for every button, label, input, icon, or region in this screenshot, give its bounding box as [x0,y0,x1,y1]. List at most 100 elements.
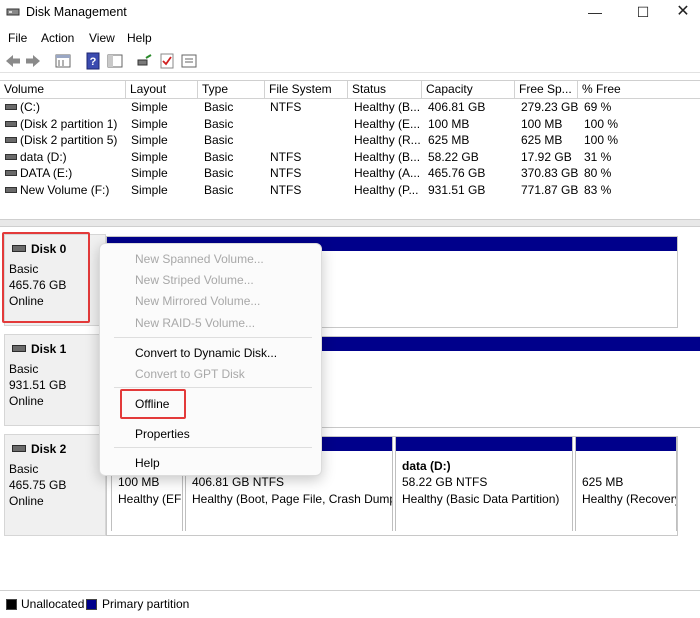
pane-splitter[interactable] [0,220,700,227]
volume-list: Volume Layout Type File System Status Ca… [0,80,700,220]
menu-item-new-striped-volume[interactable]: New Striped Volume... [135,273,254,287]
cell-free-space: 17.92 GB [521,150,572,164]
disk-icon [12,445,26,452]
primary-partition-strip [396,437,572,451]
menu-item-convert-to-dynamic-disk[interactable]: Convert to Dynamic Disk... [135,346,277,360]
menu-item-help[interactable]: Help [135,456,160,470]
volume-drive-icon [5,154,17,160]
cell-volume: (C:) [20,100,40,114]
cell-type: Basic [204,150,234,164]
column-header-percent-free[interactable]: % Free [578,81,700,99]
disk-2-partition-recovery[interactable]: 625 MB Healthy (Recovery [575,437,677,531]
cell-type: Basic [204,133,234,147]
menu-file[interactable]: File [8,31,27,45]
cell-capacity: 465.76 GB [428,166,486,180]
cell-type: Basic [204,166,234,180]
cell-type: Basic [204,183,234,197]
legend-unallocated: Unallocated [21,597,85,611]
disk-management-app-icon [6,8,20,16]
menu-item-properties[interactable]: Properties [135,427,190,441]
cell-free-space: 100 MB [521,117,563,131]
disk-1-label[interactable]: Disk 1 Basic 931.51 GB Online [4,334,106,426]
column-header-layout[interactable]: Layout [126,81,198,99]
forward-arrow-icon[interactable] [24,52,42,70]
cell-capacity: 625 MB [428,133,470,147]
unallocated-swatch [6,599,17,610]
offline-highlight-box [120,389,186,419]
column-header-status[interactable]: Status [348,81,422,99]
volume-drive-icon [5,187,17,193]
disk-type: Basic [9,362,39,376]
partition-size: 100 MB [118,475,160,489]
partition-status: Healthy (Basic Data Partition) [402,492,560,506]
menu-item-convert-to-gpt-disk[interactable]: Convert to GPT Disk [135,367,245,381]
disk-context-menu: New Spanned Volume... New Striped Volume… [99,243,322,476]
cell-volume: (Disk 2 partition 1) [20,117,118,131]
partition-size: 625 MB [582,475,624,489]
partition-size: 406.81 GB NTFS [192,475,285,489]
console-tree-icon[interactable] [106,52,124,70]
partition-size: 58.22 GB NTFS [402,475,488,489]
cell-layout: Simple [131,117,168,131]
cell-file-system: NTFS [270,150,302,164]
column-header-file-system[interactable]: File System [265,81,348,99]
properties-icon[interactable] [54,52,72,70]
cell-percent-free: 83 % [584,183,612,197]
menu-bar: File Action View Help [0,27,700,49]
cell-status: Healthy (B... [354,150,420,164]
cell-percent-free: 100 % [584,117,619,131]
cell-percent-free: 80 % [584,166,612,180]
column-header-free-space[interactable]: Free Sp... [515,81,578,99]
rescan-icon[interactable] [136,52,154,70]
menu-item-new-raid5-volume[interactable]: New RAID-5 Volume... [135,316,255,330]
menu-help[interactable]: Help [127,31,152,45]
window-title: Disk Management [26,5,127,19]
check-icon[interactable] [158,52,176,70]
title-bar: Disk Management — ☐ ✕ [0,0,700,26]
column-header-capacity[interactable]: Capacity [422,81,515,99]
disk-status: Online [9,394,44,408]
disk-name: Disk 1 [31,342,67,356]
cell-layout: Simple [131,166,168,180]
cell-capacity: 58.22 GB [428,150,479,164]
cell-capacity: 100 MB [428,117,470,131]
volume-drive-icon [5,121,17,127]
list-icon[interactable] [180,52,198,70]
cell-status: Healthy (R... [354,133,420,147]
disk-2-label[interactable]: Disk 2 Basic 465.75 GB Online [4,434,106,536]
menu-item-new-spanned-volume[interactable]: New Spanned Volume... [135,252,264,266]
minimize-button[interactable]: — [572,0,618,26]
menu-action[interactable]: Action [41,31,74,45]
disk-2-partition-d[interactable]: data (D:) 58.22 GB NTFS Healthy (Basic D… [395,437,573,531]
volume-drive-icon [5,137,17,143]
menu-view[interactable]: View [89,31,115,45]
cell-layout: Simple [131,100,168,114]
partition-status: Healthy (Recovery [582,492,676,506]
cell-volume: New Volume (F:) [20,183,110,197]
cell-layout: Simple [131,133,168,147]
cell-volume: DATA (E:) [20,166,73,180]
help-icon[interactable]: ? [84,52,102,70]
cell-free-space: 771.87 GB [521,183,579,197]
column-header-type[interactable]: Type [198,81,265,99]
close-button[interactable]: ✕ [660,0,700,26]
cell-volume: data (D:) [20,150,67,164]
cell-status: Healthy (B... [354,100,420,114]
menu-item-new-mirrored-volume[interactable]: New Mirrored Volume... [135,294,260,308]
partition-status: Healthy (EF [118,492,182,506]
cell-file-system: NTFS [270,166,302,180]
cell-percent-free: 100 % [584,133,619,147]
cell-type: Basic [204,117,234,131]
back-arrow-icon[interactable] [4,52,22,70]
cell-capacity: 406.81 GB [428,100,486,114]
disk-size: 465.75 GB [9,478,67,492]
volume-drive-icon [5,104,17,110]
cell-percent-free: 31 % [584,150,612,164]
disk-0-highlight-box [2,232,90,323]
disk-status: Online [9,494,44,508]
column-header-volume[interactable]: Volume [0,81,126,99]
disk-size: 931.51 GB [9,378,67,392]
cell-volume: (Disk 2 partition 5) [20,133,118,147]
cell-capacity: 931.51 GB [428,183,486,197]
cell-percent-free: 69 % [584,100,612,114]
